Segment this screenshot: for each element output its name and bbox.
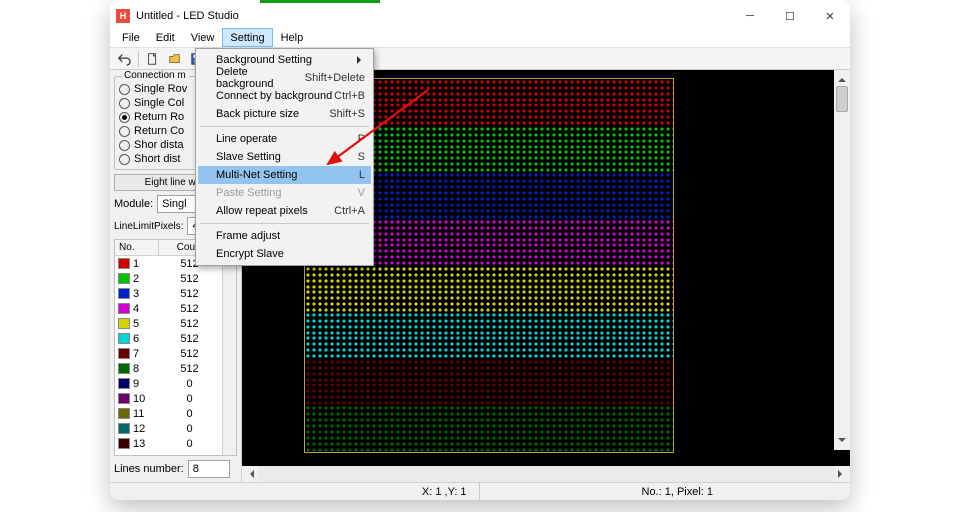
pixel-band — [305, 359, 673, 382]
status-pixel: No.: 1, Pixel: 1 — [630, 486, 726, 498]
close-button[interactable]: ✕ — [810, 4, 850, 28]
lines-number-label: Lines number: — [114, 463, 184, 475]
menu-separator — [200, 223, 369, 224]
table-row[interactable]: 4512 — [115, 301, 222, 316]
app-icon: H — [116, 9, 130, 23]
table-row[interactable]: 5512 — [115, 316, 222, 331]
menu-edit[interactable]: Edit — [148, 28, 183, 47]
status-bar: X: 1 ,Y: 1 No.: 1, Pixel: 1 — [110, 482, 850, 500]
menu-setting[interactable]: Setting — [222, 28, 272, 47]
pixel-band — [305, 382, 673, 405]
open-button[interactable] — [165, 50, 185, 68]
table-row[interactable]: 8512 — [115, 361, 222, 376]
menu-help[interactable]: Help — [273, 28, 312, 47]
undo-button[interactable] — [114, 50, 134, 68]
menu-separator — [200, 126, 369, 127]
app-window: H Untitled - LED Studio ─ ☐ ✕ File Edit … — [110, 0, 850, 500]
menu-item-allow-repeat-pixels[interactable]: Allow repeat pixelsCtrl+A — [198, 202, 371, 220]
table-row[interactable]: 7512 — [115, 346, 222, 361]
setting-dropdown: Background SettingDelete backgroundShift… — [195, 48, 374, 266]
menu-item-encrypt-slave[interactable]: Encrypt Slave — [198, 245, 371, 263]
scroll-down-icon[interactable] — [834, 434, 850, 450]
menu-item-slave-setting[interactable]: Slave SettingS — [198, 148, 371, 166]
lines-table: No. Count 151225123512451255126512751285… — [114, 239, 237, 456]
table-row[interactable]: 6512 — [115, 331, 222, 346]
group-title: Connection m — [121, 70, 189, 81]
table-row[interactable]: 90 — [115, 376, 222, 391]
table-row[interactable]: 120 — [115, 421, 222, 436]
scroll-right-icon[interactable] — [834, 466, 850, 482]
status-xy: X: 1 ,Y: 1 — [410, 486, 479, 498]
menu-file[interactable]: File — [114, 28, 148, 47]
pixel-band — [305, 312, 673, 335]
menu-item-frame-adjust[interactable]: Frame adjust — [198, 227, 371, 245]
scroll-up-icon[interactable] — [834, 70, 850, 86]
new-button[interactable] — [143, 50, 163, 68]
menu-item-multi-net-setting[interactable]: Multi-Net SettingL — [198, 166, 371, 184]
table-row[interactable]: 130 — [115, 436, 222, 451]
col-no[interactable]: No. — [115, 240, 159, 255]
menu-bar: File Edit View Setting Help Background S… — [110, 28, 850, 48]
pixel-band — [305, 289, 673, 312]
window-title: Untitled - LED Studio — [136, 10, 730, 22]
pixel-band — [305, 335, 673, 358]
top-accent-strip — [110, 0, 850, 4]
title-bar: H Untitled - LED Studio ─ ☐ ✕ — [110, 4, 850, 28]
table-row[interactable]: 3512 — [115, 286, 222, 301]
menu-item-line-operate[interactable]: Line operateP — [198, 130, 371, 148]
table-row[interactable]: 2512 — [115, 271, 222, 286]
pixel-band — [305, 429, 673, 452]
table-row[interactable]: 100 — [115, 391, 222, 406]
menu-item-connect-by-background[interactable]: Connect by backgroundCtrl+B — [198, 87, 371, 105]
maximize-button[interactable]: ☐ — [770, 4, 810, 28]
toolbar-separator — [138, 51, 139, 67]
pixel-band — [305, 405, 673, 428]
pixel-band — [305, 266, 673, 289]
canvas-vscroll[interactable] — [834, 70, 850, 450]
menu-item-back-picture-size[interactable]: Back picture sizeShift+S — [198, 105, 371, 123]
menu-item-paste-setting: Paste SettingV — [198, 184, 371, 202]
scroll-thumb[interactable] — [836, 86, 848, 112]
table-scrollbar[interactable] — [222, 240, 236, 455]
lines-number-input[interactable]: 8 — [188, 460, 230, 478]
canvas-hscroll[interactable] — [242, 466, 850, 482]
linelimit-label: LineLimitPixels: — [114, 221, 183, 232]
table-row[interactable]: 110 — [115, 406, 222, 421]
scroll-left-icon[interactable] — [242, 466, 258, 482]
menu-item-delete-background[interactable]: Delete backgroundShift+Delete — [198, 69, 371, 87]
minimize-button[interactable]: ─ — [730, 4, 770, 28]
menu-view[interactable]: View — [183, 28, 223, 47]
module-label: Module: — [114, 198, 153, 210]
